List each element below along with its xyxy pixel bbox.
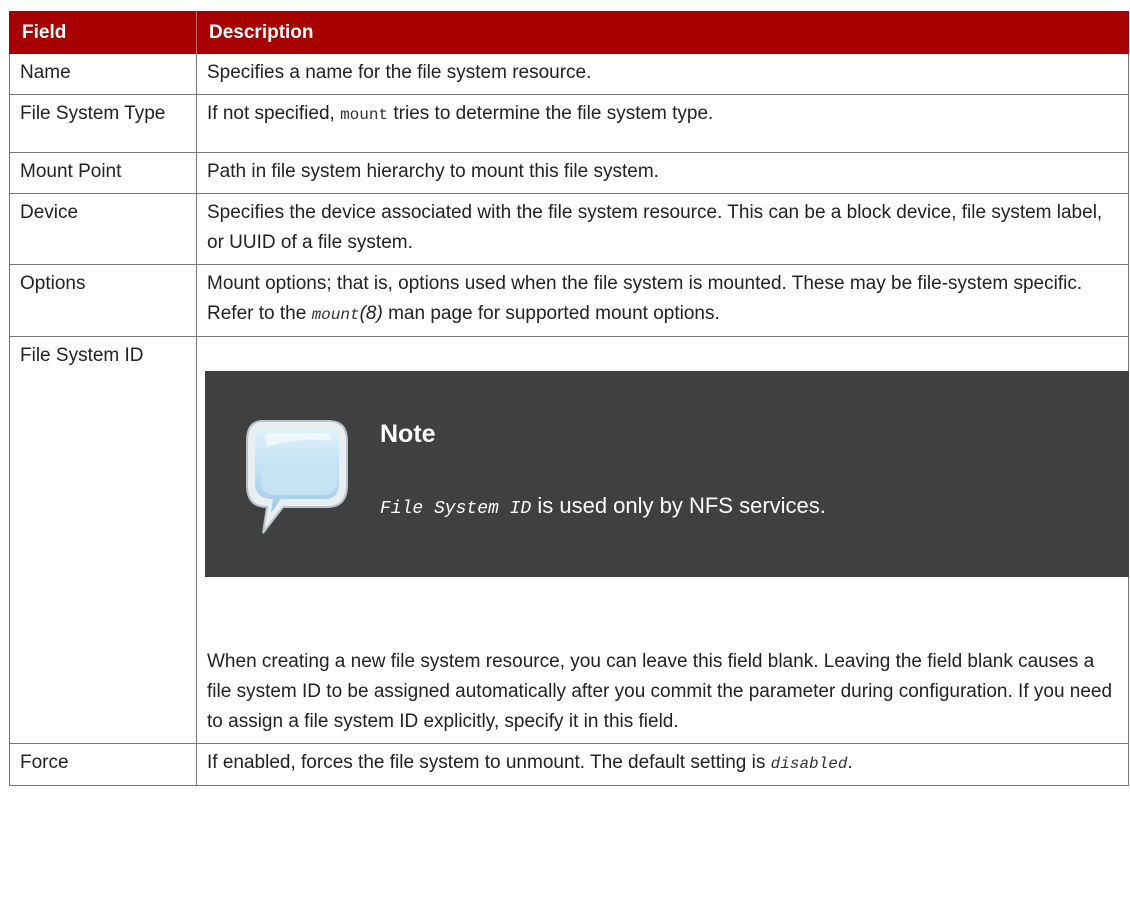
manpage-section: (8) [359,303,383,324]
description-text: . [847,752,853,773]
field-cell: Device [9,193,197,265]
header-field: Field [9,11,197,54]
description-cell: If not specified, mount tries to determi… [196,94,1129,153]
speech-bubble-icon [246,420,348,534]
description-cell: Specifies the device associated with the… [196,193,1129,265]
manpage-name: mount [311,306,360,324]
header-description: Description [196,11,1129,54]
description-text: When creating a new file system resource… [207,651,1113,732]
document-page: Field Description Name Specifies a name … [0,0,1130,922]
field-cell: Name [9,54,197,95]
table-row-mount-point: Mount Point Path in file system hierarch… [9,152,1129,194]
table-row-name: Name Specifies a name for the file syste… [9,54,1129,95]
field-cell: File System Type [9,94,197,153]
description-text: man page for supported mount options. [382,303,720,324]
note-body-text: is used only by NFS services. [531,493,826,518]
table-row-file-system-id: File System ID Note File System ID is us… [9,336,1129,744]
note-box: Note File System ID is used only by NFS … [205,371,1129,577]
description-text: If not specified, [207,103,341,124]
description-cell: Path in file system hierarchy to mount t… [196,152,1129,194]
table-header-row: Field Description [9,11,1129,54]
field-cell: Options [9,264,197,337]
field-cell: Mount Point [9,152,197,194]
note-title: Note [380,420,436,448]
field-cell: Force [9,743,197,786]
parameters-table: Field Description Name Specifies a name … [9,11,1129,786]
table-row-device: Device Specifies the device associated w… [9,193,1129,265]
field-cell: File System ID [9,336,197,744]
description-cell: Mount options; that is, options used whe… [196,264,1129,337]
description-text: tries to determine the file system type. [388,103,714,124]
description-text: If enabled, forces the file system to un… [207,752,771,773]
default-value: disabled [770,755,848,773]
note-body: File System ID is used only by NFS servi… [380,491,826,524]
table-row-options: Options Mount options; that is, options … [9,264,1129,337]
table-row-file-system-type: File System Type If not specified, mount… [9,94,1129,153]
table-row-force: Force If enabled, forces the file system… [9,743,1129,786]
description-cell: Note File System ID is used only by NFS … [196,336,1129,744]
note-parameter-name: File System ID [380,499,532,519]
description-cell: If enabled, forces the file system to un… [196,743,1129,786]
description-cell: Specifies a name for the file system res… [196,54,1129,95]
command-code: mount [340,106,389,124]
